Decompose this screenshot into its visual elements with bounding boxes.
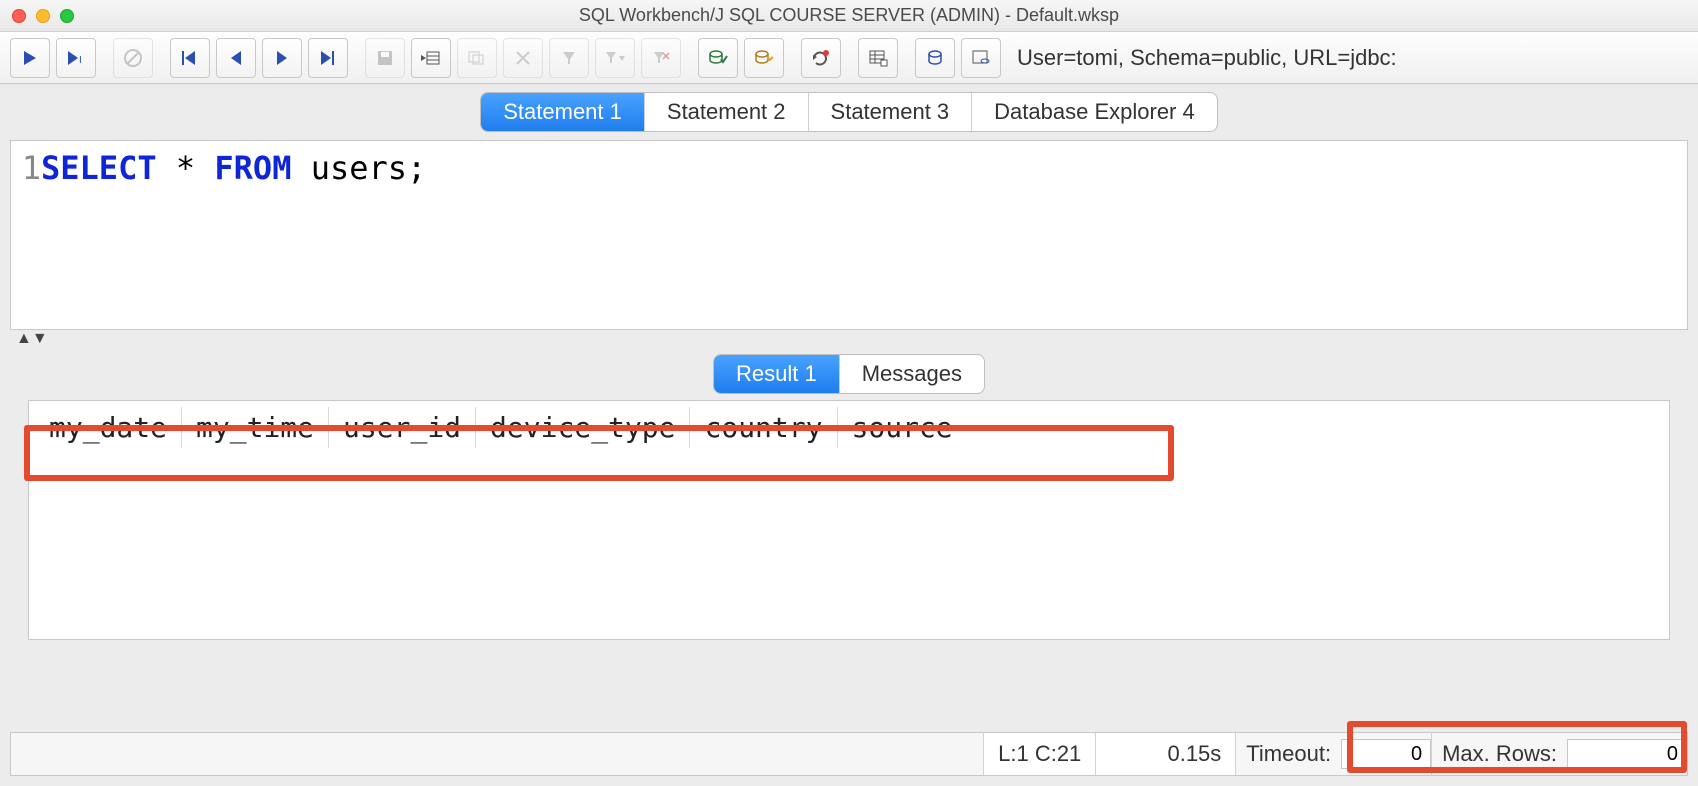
run-current-button[interactable]: I xyxy=(56,38,96,78)
sql-star: * xyxy=(176,149,195,187)
statement-tabs: Statement 1Statement 2Statement 3Databas… xyxy=(0,84,1698,132)
highlight-maxrows xyxy=(1347,721,1687,773)
result-tab-1[interactable]: Result 1 xyxy=(714,355,840,393)
status-bar: L:1 C:21 0.15s Timeout: Max. Rows: xyxy=(10,732,1688,776)
minimize-icon[interactable] xyxy=(36,9,50,23)
prev-button[interactable] xyxy=(216,38,256,78)
save-button xyxy=(365,38,405,78)
timeout-label: Timeout: xyxy=(1235,733,1341,775)
result-tabs: Result 1Messages xyxy=(0,348,1698,394)
filter-button xyxy=(549,38,589,78)
next-button[interactable] xyxy=(262,38,302,78)
statement-tab-3[interactable]: Statement 3 xyxy=(809,93,973,131)
titlebar: SQL Workbench/J SQL COURSE SERVER (ADMIN… xyxy=(0,0,1698,32)
sql-keyword-select: SELECT xyxy=(41,149,157,187)
sql-editor[interactable]: 1SELECT * FROM users; xyxy=(10,140,1688,330)
append-results-button[interactable] xyxy=(858,38,898,78)
filter-dropdown-button xyxy=(595,38,635,78)
line-number: 1 xyxy=(21,149,41,187)
result-tab-2[interactable]: Messages xyxy=(840,355,984,393)
filter-clear-button xyxy=(641,38,681,78)
statement-tab-4[interactable]: Database Explorer 4 xyxy=(972,93,1217,131)
sql-rest: users; xyxy=(311,149,427,187)
svg-text:I: I xyxy=(79,55,82,66)
statement-tab-2[interactable]: Statement 2 xyxy=(645,93,809,131)
maximize-icon[interactable] xyxy=(60,9,74,23)
run-button[interactable] xyxy=(10,38,50,78)
insert-row-button[interactable] xyxy=(411,38,451,78)
last-button[interactable] xyxy=(308,38,348,78)
window-title: SQL Workbench/J SQL COURSE SERVER (ADMIN… xyxy=(0,5,1698,26)
db-explorer-button[interactable] xyxy=(915,38,955,78)
delete-row-button xyxy=(503,38,543,78)
copy-row-button xyxy=(457,38,497,78)
commit-button[interactable] xyxy=(698,38,738,78)
cursor-position: L:1 C:21 xyxy=(983,733,1095,775)
highlight-columns xyxy=(24,425,1174,481)
sql-keyword-from: FROM xyxy=(214,149,291,187)
db-explorer-new-button[interactable] xyxy=(961,38,1001,78)
execution-time: 0.15s xyxy=(1095,733,1235,775)
connection-info: User=tomi, Schema=public, URL=jdbc: xyxy=(1017,45,1397,71)
window-controls xyxy=(12,9,74,23)
splitter-handle[interactable]: ▲▼ xyxy=(0,330,1698,348)
toolbar: I xyxy=(0,32,1698,84)
close-icon[interactable] xyxy=(12,9,26,23)
stop-button xyxy=(113,38,153,78)
autocommit-button[interactable] xyxy=(801,38,841,78)
statement-tab-1[interactable]: Statement 1 xyxy=(481,93,645,131)
rollback-button[interactable] xyxy=(744,38,784,78)
first-button[interactable] xyxy=(170,38,210,78)
